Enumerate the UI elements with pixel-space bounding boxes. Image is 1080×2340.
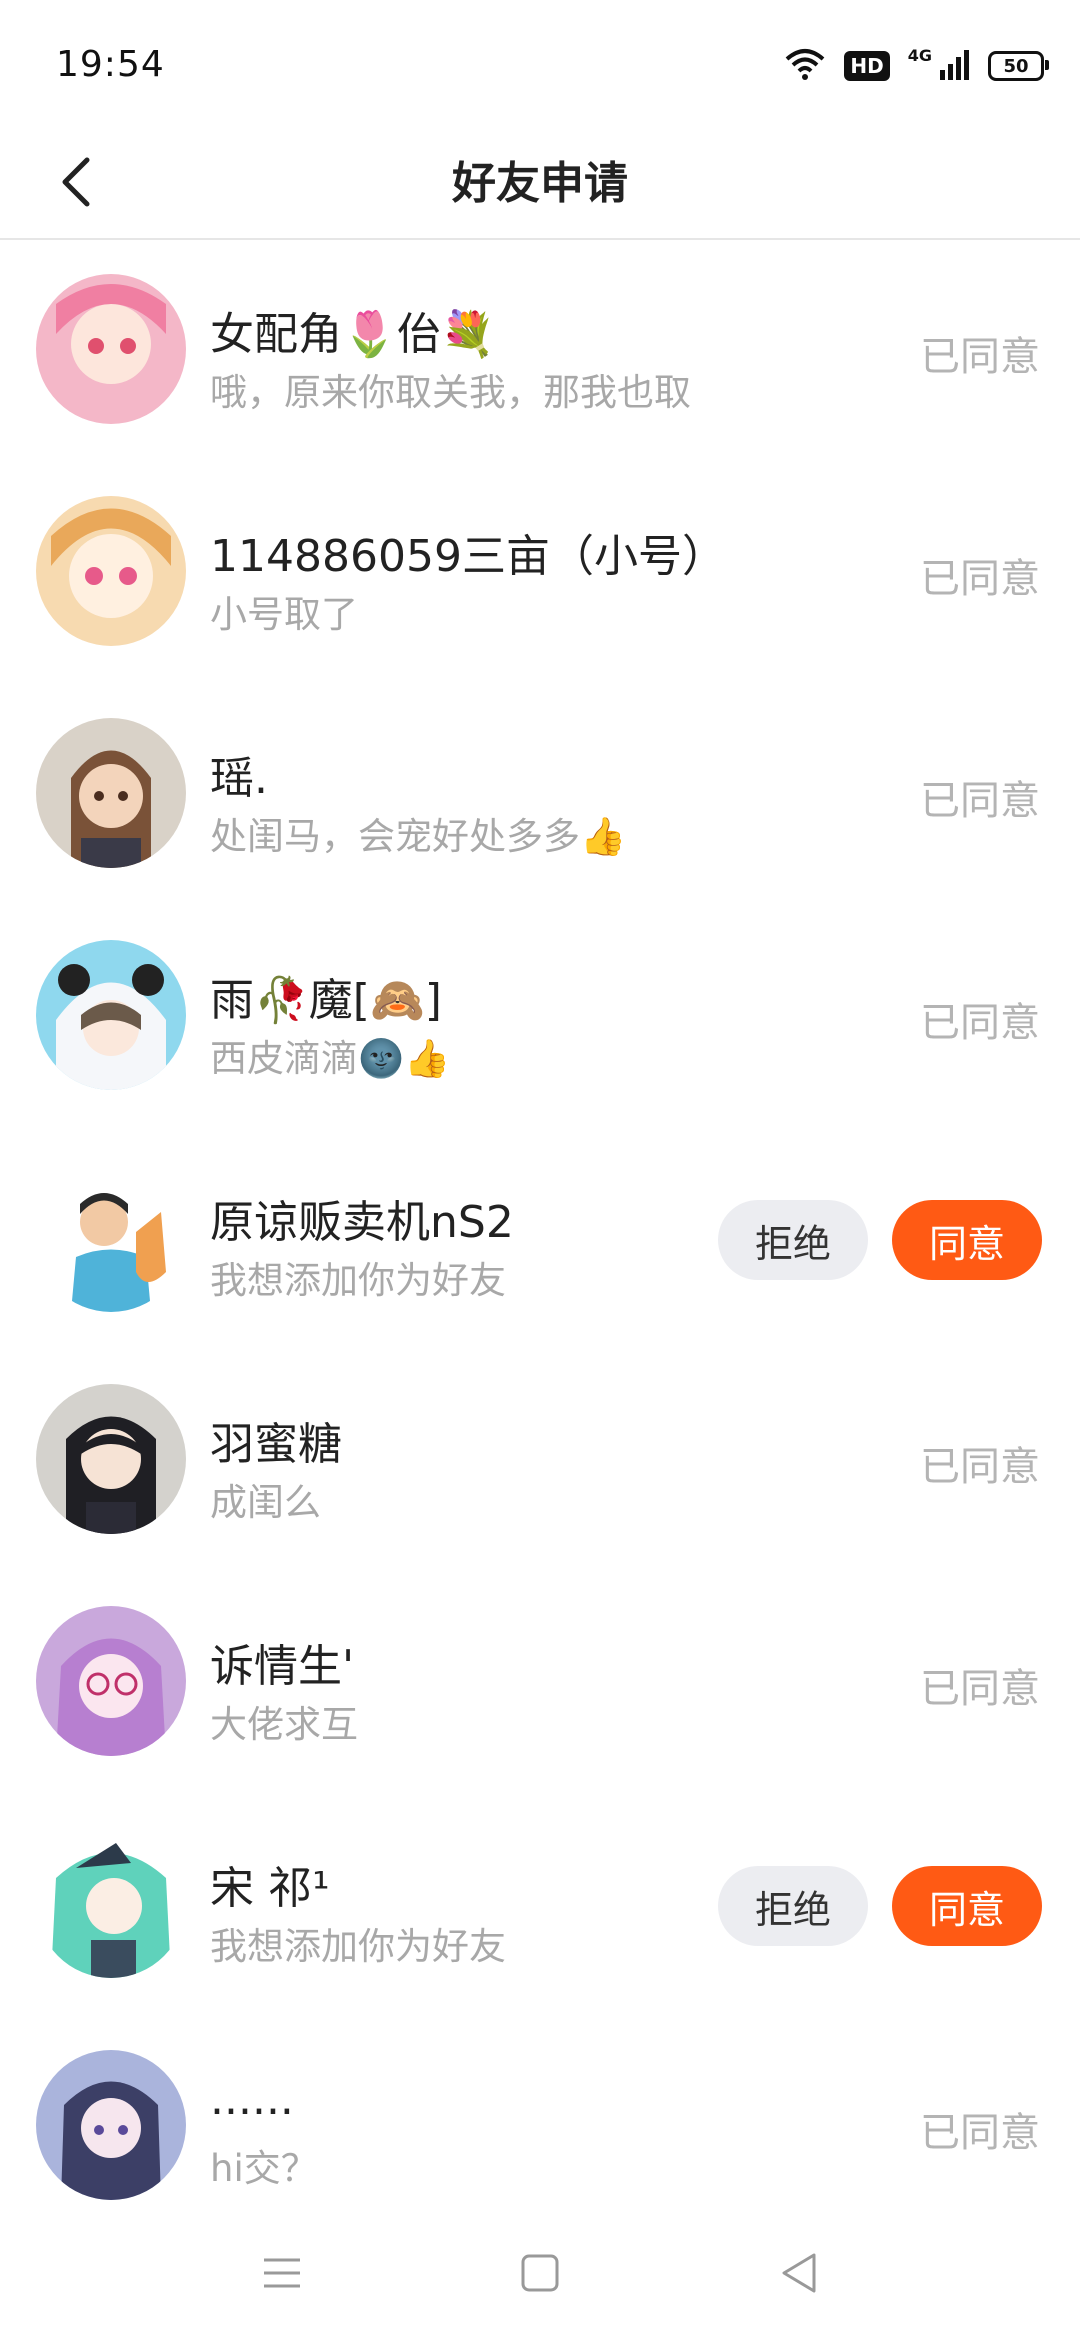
request-message: 小号取了 [210, 593, 358, 636]
request-item[interactable]: 羽蜜糖 成闺么 已同意 [0, 1350, 1080, 1572]
status-bar: 19:54 HD 4G 50 [0, 0, 1080, 130]
request-name: 羽蜜糖 [210, 1419, 342, 1470]
request-name: 原谅贩卖机nS2 [210, 1197, 514, 1248]
request-name: 女配角🌷佁💐 [210, 309, 496, 360]
request-message: 处闺马，会宠好处多多👍 [210, 815, 627, 858]
avatar[interactable] [36, 274, 186, 424]
request-name: 瑶. [210, 753, 268, 804]
avatar[interactable] [36, 718, 186, 868]
request-message: 哦，原来你取关我，那我也取 [210, 371, 691, 414]
agree-button[interactable]: 同意 [892, 1200, 1042, 1280]
friend-request-list: 女配角🌷佁💐 哦，原来你取关我，那我也取 已同意 114886059三亩（小号）… [0, 240, 1080, 2238]
triangle-back-icon [778, 2251, 818, 2299]
avatar[interactable] [36, 496, 186, 646]
request-item[interactable]: 原谅贩卖机nS2 我想添加你为好友 拒绝 同意 [0, 1128, 1080, 1350]
request-item[interactable]: 114886059三亩（小号） 小号取了 已同意 [0, 462, 1080, 684]
request-message: 成闺么 [210, 1481, 321, 1524]
request-message: 我想添加你为好友 [210, 1259, 506, 1302]
menu-button[interactable] [252, 2245, 312, 2305]
menu-icon [262, 2256, 302, 2294]
status-accepted: 已同意 [920, 1666, 1040, 1712]
avatar[interactable] [36, 1828, 186, 1978]
request-name: 雨🥀魔[🙈] [210, 975, 442, 1026]
request-message: 西皮滴滴🌚👍 [210, 1037, 451, 1080]
signal-icon [940, 48, 970, 84]
reject-button[interactable]: 拒绝 [718, 1866, 868, 1946]
request-name: ...... [210, 2074, 294, 2125]
avatar[interactable] [36, 1606, 186, 1756]
battery-icon: 50 [988, 51, 1049, 81]
status-icons: HD 4G 50 [784, 46, 1049, 86]
request-name: 诉情生' [210, 1641, 355, 1692]
request-item[interactable]: 雨🥀魔[🙈] 西皮滴滴🌚👍 已同意 [0, 906, 1080, 1128]
home-button[interactable] [510, 2245, 570, 2305]
request-item[interactable]: 女配角🌷佁💐 哦，原来你取关我，那我也取 已同意 [0, 240, 1080, 462]
request-item[interactable]: ...... hi交？ 已同意 [0, 2016, 1080, 2238]
avatar[interactable] [36, 1384, 186, 1534]
page-header: 好友申请 [0, 130, 1080, 240]
hd-badge: HD [844, 51, 890, 81]
request-message: 我想添加你为好友 [210, 1925, 506, 1968]
page-title: 好友申请 [452, 158, 628, 209]
request-item[interactable]: 诉情生' 大佬求互 已同意 [0, 1572, 1080, 1794]
request-item[interactable]: 瑶. 处闺马，会宠好处多多👍 已同意 [0, 684, 1080, 906]
status-accepted: 已同意 [920, 334, 1040, 380]
nav-back-button[interactable] [768, 2245, 828, 2305]
agree-button[interactable]: 同意 [892, 1866, 1042, 1946]
avatar[interactable] [36, 1162, 186, 1312]
request-message: 大佬求互 [210, 1703, 358, 1746]
chevron-left-icon [57, 156, 93, 212]
request-message: hi交？ [210, 2147, 318, 2190]
back-button[interactable] [40, 144, 110, 224]
status-accepted: 已同意 [920, 778, 1040, 824]
status-accepted: 已同意 [920, 556, 1040, 602]
status-accepted: 已同意 [920, 1444, 1040, 1490]
status-accepted: 已同意 [920, 2110, 1040, 2156]
reject-button[interactable]: 拒绝 [718, 1200, 868, 1280]
avatar[interactable] [36, 940, 186, 1090]
avatar[interactable] [36, 2050, 186, 2200]
request-name: 114886059三亩（小号） [210, 531, 726, 582]
request-item[interactable]: 宋 祁¹ 我想添加你为好友 拒绝 同意 [0, 1794, 1080, 2016]
square-home-icon [520, 2253, 560, 2297]
status-accepted: 已同意 [920, 1000, 1040, 1046]
wifi-icon [784, 47, 826, 85]
network-type: 4G [907, 46, 932, 65]
system-nav-bar [0, 2210, 1080, 2340]
status-time: 19:54 [56, 44, 165, 85]
request-name: 宋 祁¹ [210, 1863, 330, 1914]
